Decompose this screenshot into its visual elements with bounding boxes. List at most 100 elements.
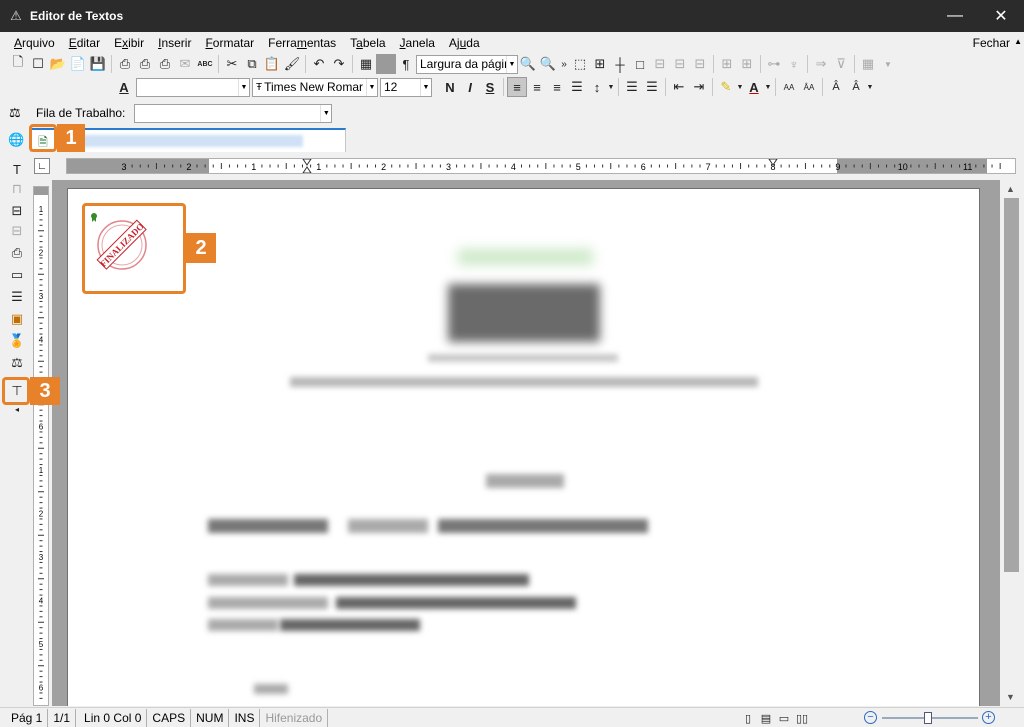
table-delete-row-icon[interactable]: ⊞ (737, 54, 757, 74)
work-queue-select[interactable]: ▼ (134, 103, 333, 123)
style-select[interactable]: ▼ (136, 77, 250, 97)
more-icon[interactable]: ▼ (878, 54, 898, 74)
underline-button[interactable]: S (480, 77, 500, 97)
document-page[interactable]: FINALIZADO (67, 188, 980, 706)
insert-table-icon[interactable]: ▦ (356, 54, 376, 74)
line-spacing-dropdown-icon[interactable]: ▼ (607, 77, 615, 97)
table-merge-icon[interactable]: ⊟ (670, 54, 690, 74)
view-document-icon[interactable]: ▤ (758, 710, 774, 726)
menu-item-tabela[interactable]: Tabela (343, 33, 392, 53)
increase-indent-icon[interactable]: ⇥ (689, 77, 709, 97)
format-painter-icon[interactable]: 🖌 (282, 54, 302, 74)
redo-icon[interactable]: ↷ (329, 54, 349, 74)
new-document-icon[interactable]: ☐ (28, 54, 48, 74)
font-size-select[interactable]: 12 ▼ (380, 77, 432, 97)
shrink-font-icon[interactable]: Â (846, 77, 866, 97)
grow-font-icon[interactable]: Â (826, 77, 846, 97)
italic-button[interactable]: I (460, 77, 480, 97)
copy-icon[interactable]: ⧉ (242, 54, 262, 74)
insert-field-icon[interactable]: ⊟ (8, 202, 26, 220)
menu-item-exibir[interactable]: Exibir (107, 33, 151, 53)
highlight-icon[interactable]: ✎ (716, 77, 736, 97)
table-insert-row-icon[interactable]: ⊞ (717, 54, 737, 74)
text-format-icon[interactable]: T (8, 160, 26, 178)
filter-icon[interactable]: ⊽ (831, 54, 851, 74)
zoom-out-icon[interactable]: 🔍 (518, 54, 538, 74)
paragraph-marks-icon[interactable]: ¶ (396, 54, 416, 74)
horizontal-ruler[interactable]: 3211234567891011121314151617 (66, 158, 1016, 174)
tree-icon[interactable]: ⊶ (764, 54, 784, 74)
highlight-dropdown-icon[interactable]: ▼ (736, 77, 744, 97)
bold-button[interactable]: N (440, 77, 460, 97)
style-icon[interactable]: A (114, 77, 134, 97)
menu-item-ajuda[interactable]: Ajuda (442, 33, 487, 53)
undo-icon[interactable]: ↶ (309, 54, 329, 74)
align-left-icon[interactable]: ≡ (507, 77, 527, 97)
decrease-indent-icon[interactable]: ⇤ (669, 77, 689, 97)
align-right-icon[interactable]: ≡ (547, 77, 567, 97)
view-two-pages-icon[interactable]: ▯▯ (794, 710, 810, 726)
cut-icon[interactable]: ✂ (222, 54, 242, 74)
bullet-list-icon[interactable]: ☰ (622, 77, 642, 97)
scroll-up-icon[interactable]: ▲ (1006, 184, 1015, 194)
save-icon[interactable]: 💾 (88, 54, 108, 74)
view-web-icon[interactable]: ▭ (776, 710, 792, 726)
zoom-slider-knob[interactable] (924, 712, 932, 724)
table-border-icon[interactable]: □ (630, 54, 650, 74)
new-with-model-icon[interactable]: 🗋 (8, 54, 28, 74)
minimize-button[interactable]: — (932, 0, 978, 32)
scrollbar-thumb[interactable] (1004, 198, 1019, 572)
menu-item-ferramentas[interactable]: Ferramentas (261, 33, 343, 53)
open-model-icon[interactable]: 📄 (68, 54, 88, 74)
comment-icon[interactable]: ▭ (8, 266, 26, 284)
tab-stop-selector[interactable]: ∟ (34, 158, 50, 174)
font-color-dropdown-icon[interactable]: ▼ (764, 77, 772, 97)
zoom-slider[interactable]: − + (864, 711, 998, 724)
font-color-icon[interactable]: A (744, 77, 764, 97)
close-window-button[interactable]: ✕ (978, 0, 1024, 32)
print-settings-icon[interactable]: ⎙ (155, 54, 175, 74)
lock-icon[interactable]: ⊓ (8, 180, 26, 198)
table-rows-icon[interactable]: ⊟ (690, 54, 710, 74)
menu-item-arquivo[interactable]: Arquivo (7, 33, 62, 53)
vertical-ruler[interactable]: 123456123456 (33, 186, 49, 706)
numbered-list-icon[interactable]: ☰ (642, 77, 662, 97)
line-spacing-icon[interactable]: ↕ (587, 77, 607, 97)
zoom-in-icon[interactable]: 🔍 (538, 54, 558, 74)
close-document-menu[interactable]: Fechar (973, 36, 1010, 50)
lowercase-icon[interactable]: ÂA (799, 77, 819, 97)
list-document-icon[interactable]: ☰ (8, 288, 26, 306)
menu-item-inserir[interactable]: Inserir (151, 33, 198, 53)
align-justify-icon[interactable]: ☰ (567, 77, 587, 97)
case-dropdown-icon[interactable]: ▼ (866, 77, 874, 97)
email-icon[interactable]: ✉ (175, 54, 195, 74)
pdf-icon[interactable]: ▣ (8, 310, 26, 328)
overflow-chevron-icon[interactable]: » (558, 54, 570, 74)
uppercase-icon[interactable]: AA (779, 77, 799, 97)
menu-item-formatar[interactable]: Formatar (198, 33, 261, 53)
vertical-scrollbar[interactable]: ▲ ▼ (1001, 180, 1024, 706)
merge-field-icon[interactable]: ⊟ (8, 222, 26, 240)
font-select[interactable]: Ŧ Times New Romar ▼ (252, 77, 378, 97)
hierarchy-icon[interactable]: ♆ (784, 54, 804, 74)
ribbon-icon[interactable]: 🏅 (8, 332, 26, 350)
open-folder-icon[interactable]: 📂 (48, 54, 68, 74)
menu-item-editar[interactable]: Editar (62, 33, 107, 53)
zoom-out-button[interactable]: − (864, 711, 877, 724)
zoom-in-button[interactable]: + (982, 711, 995, 724)
grid-icon[interactable]: ▦ (858, 54, 878, 74)
paste-icon[interactable]: 📋 (262, 54, 282, 74)
zoom-select[interactable]: Largura da págin ▼ (416, 54, 518, 74)
spellcheck-icon[interactable]: ABC (195, 54, 215, 74)
forward-icon[interactable]: ⇒ (811, 54, 831, 74)
scroll-down-icon[interactable]: ▼ (1006, 692, 1015, 702)
print-preview-side-icon[interactable]: ⎙ (8, 244, 26, 262)
table-split-icon[interactable]: ⊟ (650, 54, 670, 74)
align-center-icon[interactable]: ≡ (527, 77, 547, 97)
navigation-icon[interactable]: 🌐 (8, 132, 24, 148)
print-preview-icon[interactable]: ⎙ (135, 54, 155, 74)
select-cell-icon[interactable]: ⬚ (570, 54, 590, 74)
table-grid-icon[interactable]: ⊞ (590, 54, 610, 74)
view-page-icon[interactable]: ▯ (740, 710, 756, 726)
print-icon[interactable]: ⎙ (115, 54, 135, 74)
